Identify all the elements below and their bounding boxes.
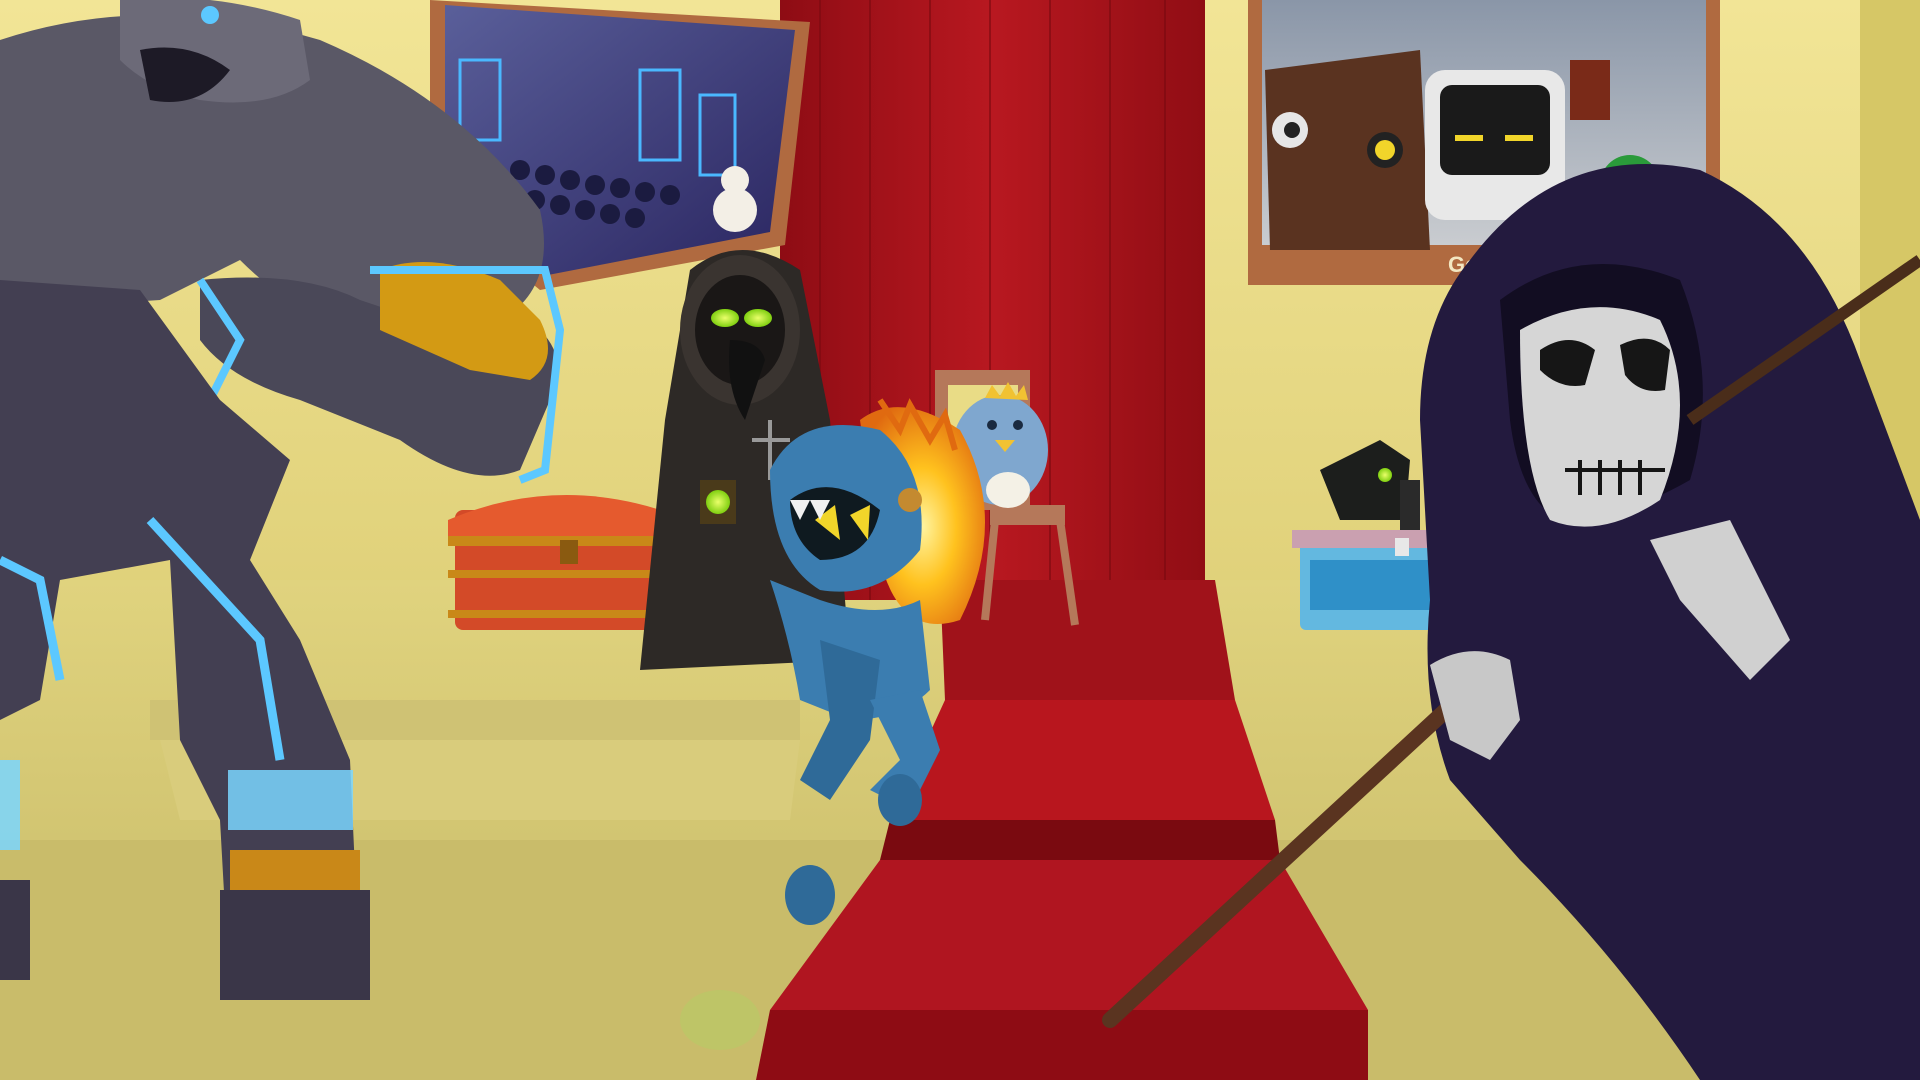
scene-canvas: Gen I (0, 0, 1920, 1080)
carpet-step-2 (890, 700, 1275, 820)
game-scene: Gen I (0, 0, 1920, 1080)
carpet-step-2-edge (880, 820, 1280, 860)
floor-green-glow (680, 990, 760, 1050)
carpet-step-3-edge (756, 1010, 1368, 1080)
